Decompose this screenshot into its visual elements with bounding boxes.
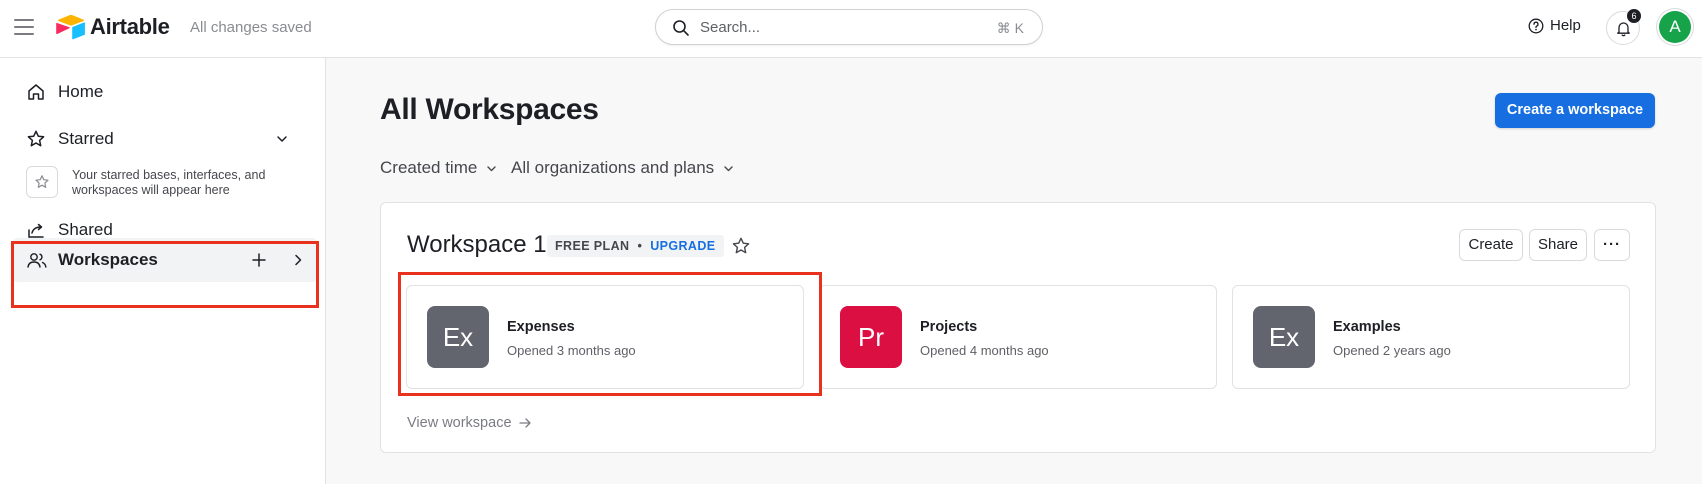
arrow-right-icon: [518, 418, 531, 428]
sidebar-item-workspaces[interactable]: Workspaces: [12, 238, 318, 282]
base-name: Projects: [920, 319, 978, 335]
plan-badge: FREE PLAN • UPGRADE: [547, 235, 724, 257]
bell-icon: [1617, 22, 1630, 37]
workspace-name[interactable]: Workspace 1: [407, 231, 547, 259]
organizations-dropdown[interactable]: All organizations and plans: [511, 158, 735, 178]
sidebar-item-label: Home: [58, 82, 104, 101]
starred-empty-state: Your starred bases, interfaces, and work…: [26, 166, 296, 198]
sidebar-item-label: Shared: [58, 220, 113, 239]
upgrade-link[interactable]: UPGRADE: [650, 235, 715, 257]
view-workspace-link[interactable]: View workspace: [407, 415, 532, 431]
help-label: Help: [1550, 17, 1581, 34]
chevron-down-icon: [724, 165, 733, 171]
base-card-examples[interactable]: Ex Examples Opened 2 years ago: [1232, 285, 1630, 389]
workspace-more-button[interactable]: ···: [1594, 229, 1630, 261]
starred-empty-message: Your starred bases, interfaces, and work…: [72, 168, 266, 197]
plan-label: FREE PLAN: [555, 239, 630, 253]
plus-icon[interactable]: [250, 251, 268, 269]
sidebar: Home Starred Your starred bases, interfa…: [0, 58, 326, 484]
menu-icon[interactable]: [14, 19, 34, 35]
sidebar-item-shared[interactable]: Shared: [26, 220, 113, 240]
chevron-right-icon[interactable]: [290, 252, 306, 268]
base-name: Expenses: [507, 319, 575, 335]
workspaces-label-group: Workspaces: [26, 250, 158, 270]
app-logo[interactable]: Airtable: [56, 14, 170, 40]
star-icon: [35, 175, 49, 188]
sidebar-item-label: Starred: [58, 129, 114, 148]
plan-separator: •: [637, 239, 643, 253]
search-bar[interactable]: Search... ⌘ K: [655, 9, 1043, 45]
base-card-projects[interactable]: Pr Projects Opened 4 months ago: [819, 285, 1217, 389]
airtable-logo-icon: [56, 14, 85, 40]
sort-dropdown-label: Created time: [380, 158, 478, 177]
search-icon: [673, 20, 689, 36]
workspace-create-button[interactable]: Create: [1459, 229, 1523, 261]
base-icon: Pr: [840, 306, 902, 368]
base-last-opened: Opened 3 months ago: [507, 343, 636, 358]
notifications-button[interactable]: 6: [1606, 9, 1641, 45]
starred-placeholder: [26, 166, 58, 198]
home-icon: [28, 84, 44, 100]
sort-dropdown[interactable]: Created time: [380, 158, 498, 178]
help-circle-icon: [1528, 18, 1544, 33]
view-workspace-label: View workspace: [407, 415, 512, 431]
app-name: Airtable: [90, 14, 170, 39]
page-title: All Workspaces: [380, 93, 599, 126]
top-bar: Airtable All changes saved Search... ⌘ K…: [0, 0, 1702, 58]
organizations-dropdown-label: All organizations and plans: [511, 158, 715, 177]
base-card-expenses[interactable]: Ex Expenses Opened 3 months ago: [406, 285, 804, 389]
chevron-down-icon[interactable]: [274, 131, 290, 147]
search-shortcut: ⌘ K: [996, 20, 1024, 36]
users-icon: [27, 253, 47, 268]
workspace-share-button[interactable]: Share: [1529, 229, 1587, 261]
sidebar-item-label: Workspaces: [58, 250, 158, 269]
base-last-opened: Opened 2 years ago: [1333, 343, 1451, 358]
base-icon: Ex: [1253, 306, 1315, 368]
base-last-opened: Opened 4 months ago: [920, 343, 1049, 358]
chevron-down-icon: [487, 165, 497, 171]
star-icon: [27, 130, 45, 147]
base-name: Examples: [1333, 319, 1401, 335]
share-icon: [28, 223, 44, 238]
search-placeholder: Search...: [700, 19, 761, 36]
save-status: All changes saved: [190, 19, 312, 36]
help-button[interactable]: Help: [1528, 17, 1581, 34]
sidebar-item-starred[interactable]: Starred: [26, 129, 302, 149]
notification-count-badge: 6: [1627, 9, 1641, 23]
sidebar-item-home[interactable]: Home: [26, 82, 103, 102]
user-avatar[interactable]: A: [1659, 11, 1691, 43]
base-icon: Ex: [427, 306, 489, 368]
create-workspace-button[interactable]: Create a workspace: [1495, 93, 1655, 128]
star-icon[interactable]: [731, 236, 751, 256]
workspace-card: Workspace 1 FREE PLAN • UPGRADE Create S…: [380, 202, 1656, 453]
